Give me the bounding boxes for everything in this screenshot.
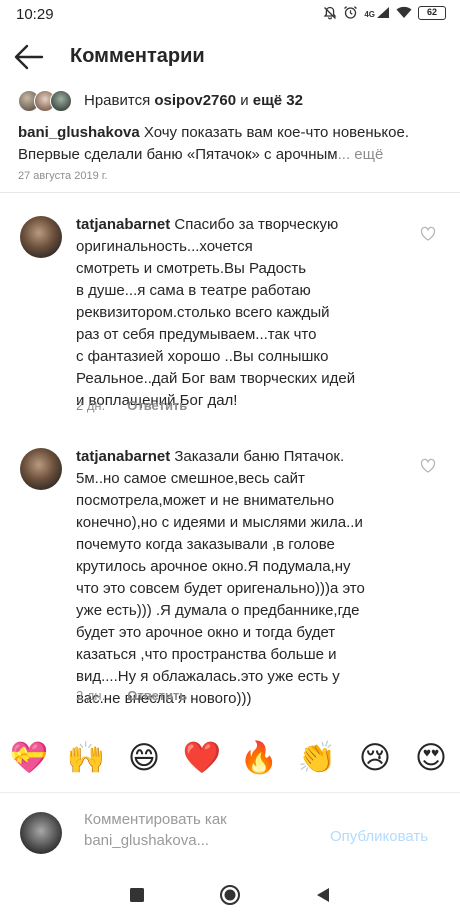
network-type: 4G [364, 10, 375, 19]
emoji-fire[interactable]: 🔥 [239, 738, 279, 778]
emoji-raising-hands[interactable]: 🙌 [66, 738, 106, 778]
avatar[interactable] [20, 216, 62, 258]
page-title: Комментарии [70, 45, 205, 67]
arrow-left-icon [14, 44, 44, 70]
emoji-grinning[interactable]: 😄 [124, 738, 164, 778]
comment-meta: 2 дн. Ответить [76, 688, 187, 703]
avatar [20, 812, 62, 854]
like-comment-button[interactable] [420, 226, 436, 242]
emoji-heart-eyes[interactable]: 😍 [411, 738, 451, 778]
back-nav-button[interactable] [312, 884, 334, 906]
reply-button[interactable]: Ответить [127, 398, 187, 413]
status-bar: 10:29 4G 62 [0, 0, 460, 28]
top-bar: Комментарии [0, 28, 460, 86]
caption-date: 27 августа 2019 г. [18, 170, 108, 182]
liker-avatars [18, 90, 76, 112]
comment-username[interactable]: tatjanabarnet [76, 448, 170, 465]
back-button[interactable] [12, 40, 46, 74]
comment: tatjanabarnet Спасибо за творческую ориг… [20, 216, 440, 416]
comment-text: tatjanabarnet Спасибо за творческую ориг… [76, 216, 356, 409]
divider [0, 792, 460, 793]
battery-icon: 62 [418, 5, 446, 20]
alarm-icon [343, 5, 358, 20]
caption-more-link[interactable]: ещё [350, 146, 383, 163]
emoji-crying[interactable]: 😢 [355, 738, 395, 778]
emoji-heart-gift[interactable]: 💝 [9, 738, 49, 778]
status-icons: 4G 62 [323, 5, 446, 20]
liker-username: osipov2760 [154, 92, 237, 109]
likes-others: ещё 32 [252, 92, 303, 109]
caption-username[interactable]: bani_glushakova [18, 124, 140, 141]
caption-text-line2: Впервые сделали баню «Пятачок» с арочным [18, 146, 338, 163]
like-comment-button[interactable] [420, 458, 436, 474]
caption-text-line1: Хочу показать вам кое-что новенькое. [139, 124, 410, 141]
avatar [50, 90, 72, 112]
emoji-red-heart[interactable]: ❤️ [182, 738, 222, 778]
wifi-icon [396, 6, 412, 19]
square-icon [130, 888, 144, 902]
publish-button[interactable]: Опубликовать [330, 828, 428, 845]
post-caption: bani_glushakova Хочу показать вам кое-чт… [18, 124, 410, 163]
signal-icon: 4G [364, 6, 390, 19]
comment-meta: 2 дн. Ответить [76, 398, 187, 413]
recents-button[interactable] [126, 884, 148, 906]
system-nav-bar [0, 870, 460, 920]
triangle-back-icon [317, 888, 329, 902]
bell-muted-icon [323, 6, 337, 20]
heart-outline-icon [420, 458, 436, 473]
comment-text: tatjanabarnet Заказали баню Пятачок. 5м.… [76, 448, 365, 707]
likes-text: Нравится osipov2760 и ещё 32 [84, 92, 303, 109]
avatar[interactable] [20, 448, 62, 490]
comment-username[interactable]: tatjanabarnet [76, 216, 170, 233]
divider [0, 192, 460, 193]
circle-icon [220, 885, 240, 905]
emoji-clapping[interactable]: 👏 [297, 738, 337, 778]
comment-time: 2 дн. [76, 688, 106, 703]
comment-time: 2 дн. [76, 398, 106, 413]
reply-button[interactable]: Ответить [127, 688, 187, 703]
heart-outline-icon [420, 226, 436, 241]
comment: tatjanabarnet Заказали баню Пятачок. 5м.… [20, 448, 440, 718]
status-time: 10:29 [16, 6, 54, 23]
emoji-quick-bar: 💝 🙌 😄 ❤️ 🔥 👏 😢 😍 [0, 738, 460, 782]
likes-row[interactable]: Нравится osipov2760 и ещё 32 [18, 90, 448, 114]
comment-input[interactable]: Комментировать как bani_glushakova... [84, 809, 304, 851]
home-button[interactable] [219, 884, 241, 906]
